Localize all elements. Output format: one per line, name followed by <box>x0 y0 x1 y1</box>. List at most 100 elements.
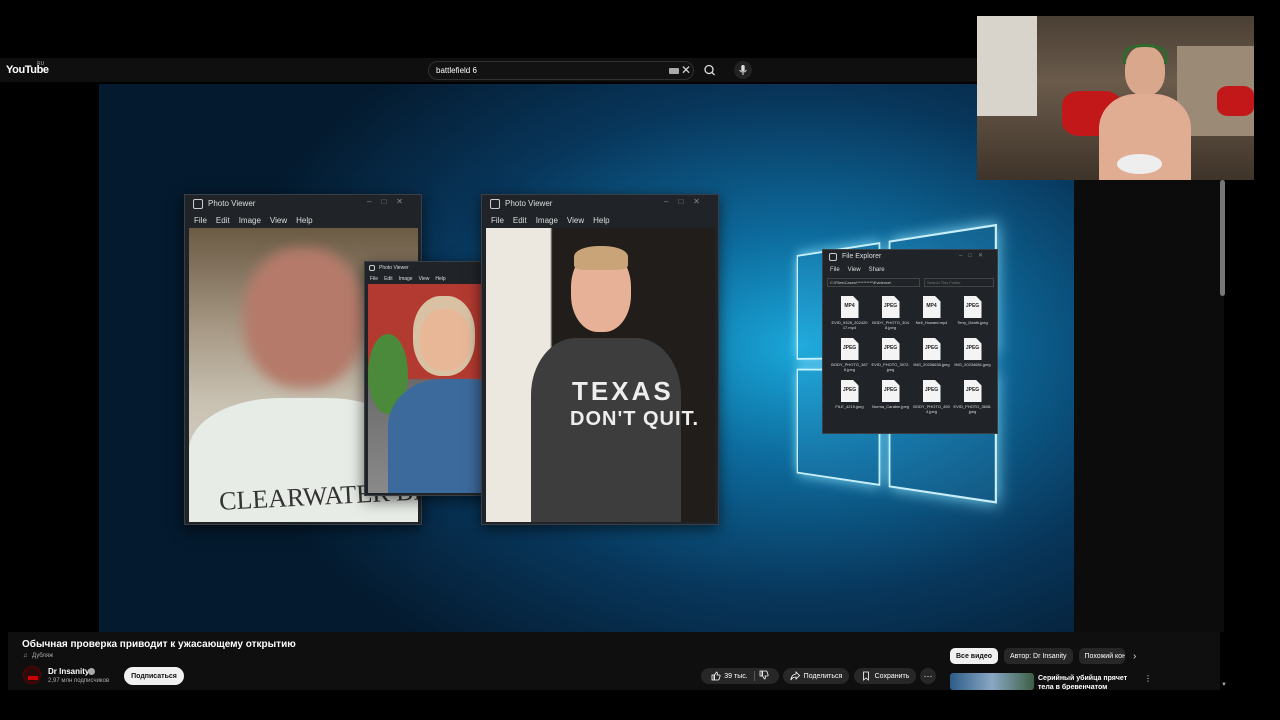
scroll-down-icon[interactable]: ▼ <box>1221 682 1227 688</box>
menu-edit[interactable]: Edit <box>216 216 230 225</box>
file-icon: MP4 <box>922 296 941 318</box>
chip-related[interactable]: Похожий контент <box>1078 648 1125 664</box>
file-item[interactable]: JPEG BODY_PHOTO_3048.jpeg <box>870 296 911 330</box>
menu-view[interactable]: View <box>567 216 584 225</box>
file-item[interactable]: MP4 EVID_9328_20242017.mp4 <box>829 296 870 330</box>
file-name: Terry_Death.jpeg <box>957 320 988 325</box>
window-titlebar[interactable]: Photo Viewer –□✕ <box>185 195 421 213</box>
share-button[interactable]: Поделиться <box>783 668 849 684</box>
file-icon: JPEG <box>922 380 941 402</box>
folder-search-input[interactable]: Search This Folder <box>924 278 994 287</box>
window-controls[interactable]: –□✕ <box>664 197 710 206</box>
chip-by-author[interactable]: Автор: Dr Insanity <box>1004 648 1073 664</box>
menu-edit[interactable]: Edit <box>513 216 527 225</box>
file-item[interactable]: JPEG FILE_4219.jpeg <box>829 380 870 414</box>
save-button[interactable]: Сохранить <box>854 668 916 684</box>
file-item[interactable]: JPEG IMG_20234681.jpeg <box>952 338 993 372</box>
search-icon <box>704 64 715 76</box>
menu-view[interactable]: View <box>419 276 430 282</box>
dubbing-icon: ♫ <box>23 653 28 659</box>
menu-bar: File View Share <box>823 264 997 275</box>
menu-view[interactable]: View <box>848 267 861 273</box>
file-icon: JPEG <box>922 338 941 360</box>
file-item[interactable]: JPEG Terry_Death.jpeg <box>952 296 993 330</box>
window-title: Photo Viewer <box>208 199 256 208</box>
file-extension: JPEG <box>883 387 898 393</box>
file-extension: JPEG <box>883 345 898 351</box>
subscribe-button[interactable]: Подписаться <box>124 667 184 685</box>
bookmark-icon <box>862 671 869 681</box>
window-controls[interactable]: –□✕ <box>959 252 989 259</box>
chevron-right-icon[interactable]: › <box>1133 651 1136 662</box>
kebab-menu-icon[interactable]: ⋮ <box>1144 674 1152 683</box>
file-icon: JPEG <box>881 296 900 318</box>
file-extension: JPEG <box>924 345 939 351</box>
page-scrollbar[interactable] <box>1220 180 1225 296</box>
menu-bar: File Edit Image View Help <box>482 213 718 227</box>
file-name: EVID_PHOTO_3972.jpeg <box>871 362 910 372</box>
file-extension: JPEG <box>924 387 939 393</box>
file-name: IMG_20234681.jpeg <box>954 362 991 367</box>
file-item[interactable]: JPEG BODY_PHOTO_4504.jpeg <box>911 380 952 414</box>
search-input[interactable]: battlefield 6 <box>436 66 477 75</box>
menu-image[interactable]: Image <box>239 216 261 225</box>
file-icon: JPEG <box>881 380 900 402</box>
menu-file[interactable]: File <box>194 216 207 225</box>
channel-name[interactable]: Dr Insanity <box>48 667 89 676</box>
menu-view[interactable]: View <box>270 216 287 225</box>
window-controls[interactable]: –□✕ <box>367 197 413 206</box>
window-titlebar[interactable]: File Explorer –□✕ <box>823 250 997 264</box>
video-title: Обычная проверка приводит к ужасающему о… <box>22 639 296 650</box>
search-box[interactable]: battlefield 6 ✕ <box>428 61 694 80</box>
channel-avatar[interactable] <box>23 666 41 684</box>
photo-viewer-icon <box>369 265 375 271</box>
file-item[interactable]: JPEG BODY_PHOTO_3876.jpeg <box>829 338 870 372</box>
dislike-button[interactable] <box>759 670 769 682</box>
keyboard-icon[interactable] <box>669 68 679 74</box>
file-extension: MP4 <box>844 303 855 309</box>
menu-help[interactable]: Help <box>296 216 312 225</box>
file-name: Neil_Howard.mp4 <box>915 320 948 325</box>
menu-share[interactable]: Share <box>869 267 885 273</box>
menu-image[interactable]: Image <box>399 276 413 282</box>
address-bar[interactable]: C:\Files\Cases\**********\Evidence\ <box>827 278 920 287</box>
menu-file[interactable]: File <box>830 267 840 273</box>
voice-search-button[interactable] <box>734 61 752 79</box>
menu-help[interactable]: Help <box>435 276 445 282</box>
recommended-title[interactable]: Серийный убийца прячет тела в бревенчато… <box>1038 674 1142 690</box>
file-extension: JPEG <box>842 387 857 393</box>
shirt-text-line2: DON'T QUIT. <box>570 408 700 430</box>
menu-help[interactable]: Help <box>593 216 609 225</box>
file-extension: JPEG <box>965 387 980 393</box>
dubbing-label: Дубляж <box>32 653 54 659</box>
recommended-thumbnail[interactable] <box>950 673 1034 690</box>
file-name: BODY_PHOTO_4504.jpeg <box>913 404 950 414</box>
file-item[interactable]: JPEG Norma_Carabin.jpeg <box>870 380 911 414</box>
file-extension: JPEG <box>842 345 857 351</box>
window-title: Photo Viewer <box>379 265 409 271</box>
file-icon: MP4 <box>840 296 859 318</box>
search-button[interactable] <box>697 61 723 80</box>
webcam-overlay <box>977 16 1254 180</box>
window-titlebar[interactable]: Photo Viewer –□✕ <box>482 195 718 213</box>
chip-all-videos[interactable]: Все видео <box>950 648 999 664</box>
like-button[interactable]: 39 тыс. <box>711 671 755 681</box>
file-grid: MP4 EVID_9328_20242017.mp4 JPEG BODY_PHOTO_… <box>829 296 995 414</box>
file-item[interactable]: JPEG EVID_PHOTO_3608.jpeg <box>952 380 993 414</box>
file-name: FILE_4219.jpeg <box>835 404 864 409</box>
photo-viewer-window-3[interactable]: Photo Viewer –□✕ File Edit Image View He… <box>481 194 719 525</box>
window-title: File Explorer <box>842 253 882 260</box>
subscriber-count: 2,97 млн подписчиков <box>48 678 110 684</box>
thumbs-down-icon <box>759 670 769 680</box>
file-item[interactable]: MP4 Neil_Howard.mp4 <box>911 296 952 330</box>
file-item[interactable]: JPEG EVID_PHOTO_3972.jpeg <box>870 338 911 372</box>
file-item[interactable]: JPEG IMG_20206630.jpeg <box>911 338 952 372</box>
more-actions-button[interactable]: ··· <box>920 668 936 684</box>
menu-file[interactable]: File <box>370 276 378 282</box>
menu-file[interactable]: File <box>491 216 504 225</box>
close-icon[interactable]: ✕ <box>681 63 691 77</box>
menu-image[interactable]: Image <box>536 216 558 225</box>
video-player[interactable]: Photo Viewer –□✕ File Edit Image View He… <box>99 84 1074 632</box>
menu-edit[interactable]: Edit <box>384 276 393 282</box>
file-explorer-window[interactable]: File Explorer –□✕ File View Share C:\Fil… <box>822 249 998 434</box>
